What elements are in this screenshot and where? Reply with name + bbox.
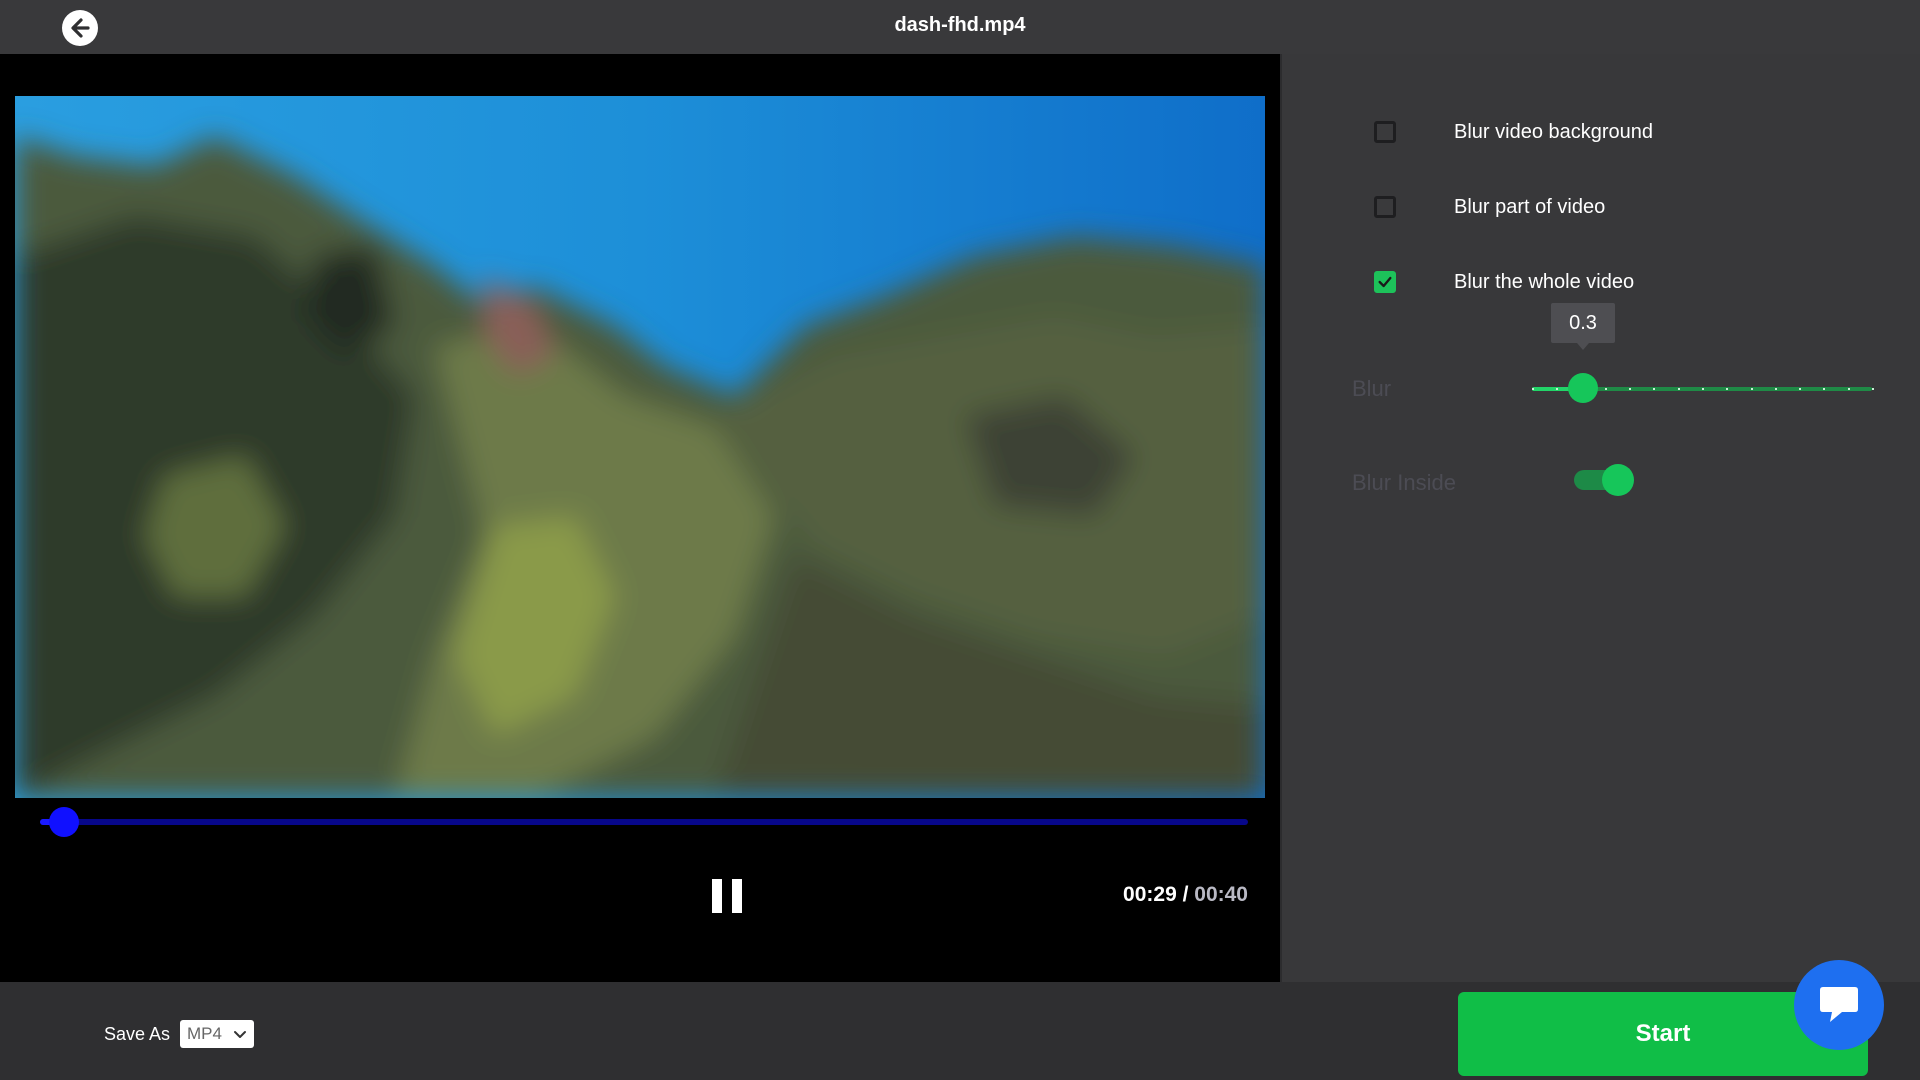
blur-inside-toggle[interactable] — [1574, 464, 1634, 496]
blur-slider-tick — [1702, 388, 1704, 390]
pause-icon — [712, 879, 722, 913]
blur-value-tooltip: 0.3 — [1551, 303, 1615, 350]
blur-slider-tick — [1677, 388, 1680, 390]
format-value: MP4 — [187, 1024, 222, 1043]
blur-settings-panel: Blur video background Blur part of video… — [1282, 54, 1920, 982]
blur-slider-tick — [1750, 388, 1753, 390]
blur-slider-tick — [1872, 388, 1874, 390]
blur-slider-tick — [1774, 388, 1777, 390]
option-label: Blur video background — [1454, 120, 1654, 143]
video-player: 00:29 / 00:40 — [0, 54, 1282, 982]
seek-bar[interactable] — [40, 807, 1248, 837]
check-icon — [1378, 276, 1392, 288]
time-readout: 00:29 / 00:40 — [1123, 883, 1248, 907]
footer-bar: Save As MP4 Start — [0, 982, 1920, 1080]
pause-button[interactable] — [712, 879, 742, 913]
option-label: Blur the whole video — [1454, 270, 1635, 293]
blur-slider-handle[interactable]: 0.3 — [1551, 303, 1615, 403]
chat-bubble-icon — [1820, 987, 1858, 1022]
seek-handle[interactable] — [49, 807, 80, 837]
toggle-knob — [1602, 464, 1634, 496]
blur-inside-label: Blur Inside — [1352, 470, 1456, 495]
file-title: dash-fhd.mp4 — [894, 14, 1026, 36]
blur-slider-tick — [1726, 388, 1729, 390]
blur-slider-tick — [1556, 388, 1559, 390]
blur-slider[interactable]: 0.3 — [1532, 303, 1874, 403]
checkbox-blur-whole[interactable] — [1374, 271, 1396, 293]
format-select[interactable]: MP4 — [180, 1020, 254, 1048]
chat-button[interactable] — [1794, 960, 1884, 1050]
blur-slider-tick — [1799, 388, 1802, 390]
header-bar: dash-fhd.mp4 — [0, 0, 1920, 54]
save-as-label: Save As — [104, 1024, 171, 1044]
blur-slider-tick — [1823, 388, 1826, 390]
blur-slider-tick — [1653, 388, 1656, 390]
blur-slider-tick — [1532, 388, 1534, 390]
option-blur-whole[interactable]: Blur the whole video — [1374, 267, 1634, 297]
pause-icon-bar — [732, 879, 742, 913]
blur-slider-tick — [1847, 388, 1850, 390]
blur-slider-tick — [1604, 388, 1607, 390]
blur-label: Blur — [1352, 376, 1392, 401]
time-separator: / — [1176, 883, 1195, 906]
video-preview[interactable] — [15, 96, 1265, 798]
time-current: 00:29 — [1123, 883, 1177, 906]
option-blur-part[interactable]: Blur part of video — [1374, 192, 1605, 222]
option-label: Blur part of video — [1454, 195, 1606, 218]
blur-slider-tick — [1629, 388, 1632, 390]
time-total: 00:40 — [1194, 883, 1248, 906]
checkbox-blur-part[interactable] — [1374, 196, 1396, 218]
chevron-down-icon — [234, 1031, 246, 1038]
checkbox-blur-background[interactable] — [1374, 121, 1396, 143]
option-blur-background[interactable]: Blur video background — [1374, 117, 1653, 147]
